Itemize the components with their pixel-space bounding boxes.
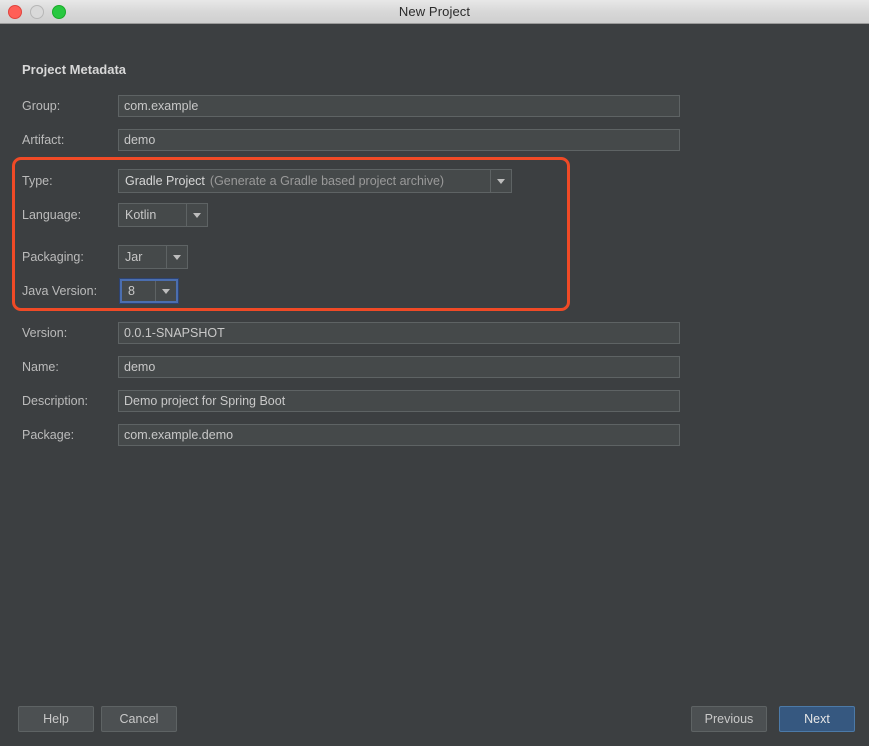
type-value-hint: (Generate a Gradle based project archive… [210,174,444,188]
description-input[interactable]: Demo project for Spring Boot [118,390,680,412]
language-label: Language: [22,204,81,226]
minimize-button[interactable] [30,5,44,19]
type-label: Type: [22,170,53,192]
chevron-down-icon[interactable] [166,246,187,268]
close-button[interactable] [8,5,22,19]
type-combobox[interactable]: Gradle Project (Generate a Gradle based … [118,169,512,193]
java-version-combobox-value: 8 [122,281,155,301]
artifact-label: Artifact: [22,129,64,151]
name-input[interactable]: demo [118,356,680,378]
java-version-combobox[interactable]: 8 [120,279,178,303]
type-value-text: Gradle Project [125,174,205,188]
packaging-combobox[interactable]: Jar [118,245,188,269]
window-title: New Project [399,4,470,19]
chevron-down-icon[interactable] [490,170,511,192]
previous-button[interactable]: Previous [691,706,767,732]
group-label: Group: [22,95,60,117]
version-input[interactable]: 0.0.1-SNAPSHOT [118,322,680,344]
package-label: Package: [22,424,74,446]
next-button[interactable]: Next [779,706,855,732]
help-button[interactable]: Help [18,706,94,732]
group-input[interactable]: com.example [118,95,680,117]
page-title: Project Metadata [22,62,126,77]
title-bar: New Project [0,0,869,24]
type-combobox-value: Gradle Project (Generate a Gradle based … [119,170,490,192]
packaging-combobox-value: Jar [119,246,166,268]
language-combobox-value: Kotlin [119,204,186,226]
package-input[interactable]: com.example.demo [118,424,680,446]
chevron-down-icon[interactable] [186,204,207,226]
chevron-down-icon[interactable] [155,281,176,301]
cancel-button[interactable]: Cancel [101,706,177,732]
language-combobox[interactable]: Kotlin [118,203,208,227]
java-version-label: Java Version: [22,280,97,302]
name-label: Name: [22,356,59,378]
description-label: Description: [22,390,88,412]
artifact-input[interactable]: demo [118,129,680,151]
version-label: Version: [22,322,67,344]
dialog-body: Project Metadata Group: com.example Arti… [0,24,869,746]
new-project-dialog: New Project Project Metadata Group: com.… [0,0,869,746]
dialog-footer: Help Cancel Previous Next [0,694,869,746]
window-controls [8,0,66,23]
maximize-button[interactable] [52,5,66,19]
packaging-label: Packaging: [22,246,84,268]
